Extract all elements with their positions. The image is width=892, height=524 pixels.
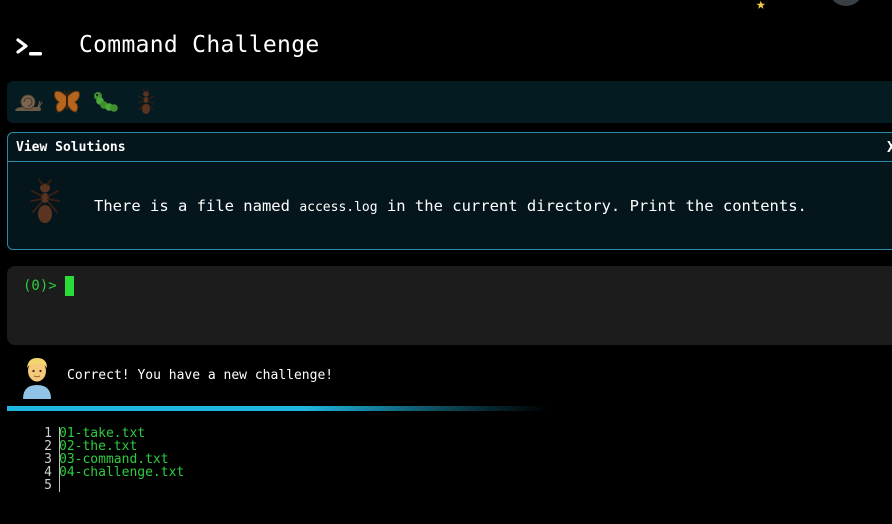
output-listing: 1 01-take.txt 2 02-the.txt 3 03-command.txt… — [30, 427, 184, 492]
caterpillar-icon[interactable] — [91, 88, 121, 116]
challenge-panel: View Solutions X There is a file named a… — [7, 132, 892, 250]
divider — [7, 406, 547, 411]
star-icon[interactable]: ★ — [756, 0, 766, 13]
challenge-text-after: in the current directory. Print the cont… — [386, 197, 807, 215]
top-decoration — [15, 0, 57, 28]
ant-icon[interactable] — [131, 88, 161, 116]
ant-icon — [30, 179, 60, 223]
feedback-message: Correct! You have a new challenge! — [67, 368, 334, 383]
butterfly-icon[interactable] — [52, 88, 82, 116]
level-bar — [7, 81, 892, 123]
listing-row: 4 04-challenge.txt — [30, 466, 184, 479]
line-number: 5 — [44, 478, 52, 493]
header: Command Challenge — [0, 28, 892, 68]
challenge-filename: access.log — [299, 200, 378, 215]
challenge-text-before: There is a file named — [94, 197, 290, 215]
terminal-input-area[interactable]: (0)> — [7, 266, 892, 345]
github-avatar-icon[interactable] — [830, 0, 862, 6]
page-title: Command Challenge — [79, 32, 320, 58]
terminal-prompt-icon[interactable] — [16, 36, 46, 60]
snail-icon[interactable] — [13, 88, 43, 116]
terminal-cursor[interactable] — [65, 276, 74, 296]
challenge-text: There is a file named access.log in the … — [94, 197, 807, 215]
page: ★ Command Challenge View Solutions X The… — [0, 0, 892, 524]
filename: 04-challenge.txt — [59, 465, 185, 480]
terminal-prompt: (0)> — [23, 278, 57, 294]
listing-row: 5 — [30, 479, 184, 492]
view-solutions-bar[interactable]: View Solutions X — [8, 133, 892, 162]
person-icon — [23, 358, 51, 399]
close-icon[interactable]: X — [887, 138, 892, 156]
filename — [57, 478, 59, 493]
view-solutions-label[interactable]: View Solutions — [16, 140, 126, 155]
